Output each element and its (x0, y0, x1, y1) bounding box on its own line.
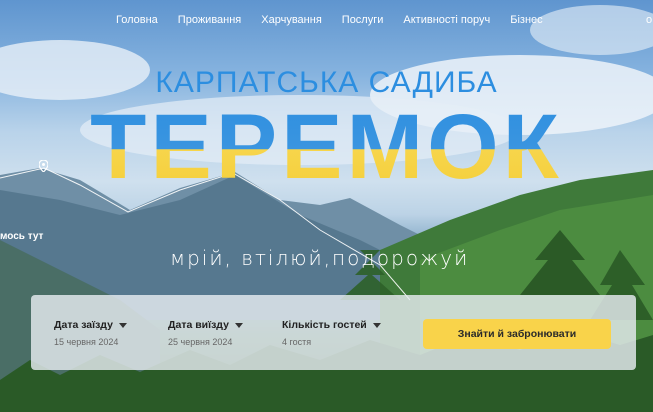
nav-item-truncated[interactable]: о (646, 14, 652, 26)
hero-subtitle: КАРПАТСЬКА САДИБА (155, 66, 498, 99)
map-marker-label: мось тут (0, 231, 44, 242)
guests-label: Кількість гостей (282, 319, 367, 331)
main-nav: Головна Проживання Харчування Послуги Ак… (116, 14, 543, 30)
chevron-down-icon[interactable] (372, 322, 381, 328)
hero-section: Головна Проживання Харчування Послуги Ак… (0, 0, 653, 412)
checkin-field[interactable]: Дата заїзду 15 червня 2024 (54, 319, 127, 347)
checkin-label: Дата заїзду (54, 319, 113, 331)
find-and-book-button[interactable]: Знайти й забронювати (423, 319, 611, 349)
nav-item-accommodation[interactable]: Проживання (178, 14, 241, 30)
checkout-field[interactable]: Дата виїзду 25 червня 2024 (168, 319, 243, 347)
nav-item-home[interactable]: Головна (116, 14, 158, 30)
guests-field[interactable]: Кількість гостей 4 гостя (282, 319, 381, 347)
nav-item-services[interactable]: Послуги (342, 14, 384, 30)
nav-item-business[interactable]: Бізнес (510, 14, 542, 30)
hero-tagline: мрій, втілюй,подорожуй (170, 246, 470, 270)
nav-item-food[interactable]: Харчування (261, 14, 322, 30)
location-pin-icon (39, 160, 48, 172)
chevron-down-icon[interactable] (234, 322, 243, 328)
checkin-value: 15 червня 2024 (54, 337, 119, 347)
hero-title: ТЕРЕМОК (0, 101, 653, 193)
nav-item-activities[interactable]: Активності поруч (403, 14, 490, 30)
chevron-down-icon[interactable] (118, 322, 127, 328)
checkout-value: 25 червня 2024 (168, 337, 233, 347)
checkout-label: Дата виїзду (168, 319, 229, 331)
guests-value: 4 гостя (282, 337, 312, 347)
booking-form: Дата заїзду 15 червня 2024 Дата виїзду 2… (31, 295, 636, 370)
